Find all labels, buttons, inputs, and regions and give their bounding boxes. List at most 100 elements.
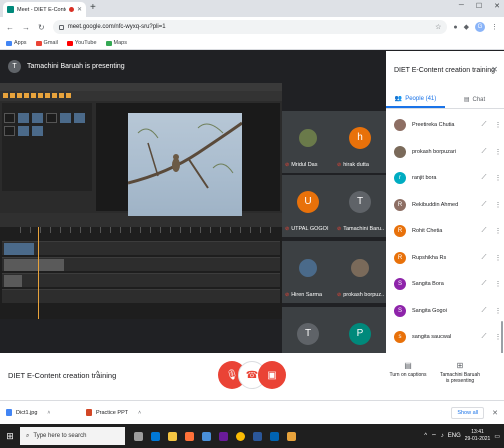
meeting-title[interactable]: DIET E-Content creation training [8, 371, 116, 380]
list-item[interactable]: S Sangita Gogoi ⟋ ⋮ [386, 298, 504, 325]
forward-icon[interactable]: → [22, 23, 30, 32]
video-editor-icon[interactable] [284, 427, 299, 445]
more-options-icon[interactable]: ⋮ [492, 121, 504, 129]
presenting-button[interactable]: ⊞ Tamachini Baruah is presenting [438, 361, 482, 384]
editor-thumbnails [4, 113, 90, 136]
more-options-icon[interactable]: ⋮ [492, 174, 504, 182]
reload-icon[interactable]: ↻ [38, 23, 45, 32]
participant-tile[interactable]: ⊘ Hiren Sarma [282, 241, 334, 303]
show-all-button[interactable]: Show all [451, 406, 485, 419]
profile-avatar[interactable]: G [475, 22, 485, 32]
maximize-icon[interactable]: ☐ [476, 2, 482, 10]
network-icon[interactable]: ⌔ [431, 432, 437, 440]
mic-muted-icon[interactable]: ⟋ [476, 121, 492, 129]
list-item[interactable]: s sangita saucwal ⟋ ⋮ [386, 324, 504, 351]
url-text: meet.google.com/nfc-wyxq-sru?pli=1 [67, 24, 166, 30]
more-options-icon[interactable]: ⋮ [492, 201, 504, 209]
search-placeholder: Type here to search [33, 433, 87, 439]
file-explorer-icon[interactable] [165, 427, 180, 445]
camera-off-button[interactable]: ▣ [258, 361, 286, 389]
participant-name: ⊘ prokash borpuz... [337, 292, 384, 298]
camera-indicator-icon[interactable]: ● [453, 24, 457, 31]
list-item[interactable]: R Rohit Chetia ⟋ ⋮ [386, 218, 504, 245]
list-item[interactable]: Preetireka Chutia ⟋ ⋮ [386, 112, 504, 139]
participant-tile[interactable]: h ⊘ hirak dutta [334, 111, 386, 173]
list-item[interactable]: R Rupshikha Rs ⟋ ⋮ [386, 245, 504, 272]
extensions-icon[interactable]: ◆ [464, 23, 469, 31]
notifications-icon[interactable]: ▭ [494, 433, 500, 440]
download-item[interactable]: Practice PPT ˄ [86, 409, 166, 416]
app-icon[interactable] [216, 427, 231, 445]
edge-icon[interactable] [148, 427, 163, 445]
windows-start-icon[interactable]: ⊞ [0, 431, 20, 442]
language-indicator[interactable]: ENG [448, 433, 461, 439]
browser-tab[interactable]: Meet - DIET E-Content crea ✕ [3, 2, 86, 17]
volume-icon[interactable]: ♪ [441, 433, 444, 439]
bookmark-youtube[interactable]: YouTube [66, 40, 97, 46]
more-options-icon[interactable]: ⋮ [492, 280, 504, 288]
bookmark-star-icon[interactable]: ☆ [435, 23, 441, 31]
list-item[interactable]: prokash borpuzari ⟋ ⋮ [386, 139, 504, 166]
mic-muted-icon[interactable]: ⟋ [476, 227, 492, 235]
chevron-down-icon[interactable]: ˄ [138, 410, 141, 416]
participant-tile[interactable]: ⊘ prokash borpuz... [334, 241, 386, 303]
participant-tile[interactable]: ⊘ Mridul Das [282, 111, 334, 173]
more-options-icon[interactable]: ⋮ [492, 227, 504, 235]
address-bar[interactable]: meet.google.com/nfc-wyxq-sru?pli=1 ☆ [52, 20, 448, 34]
word-icon[interactable] [250, 427, 265, 445]
minimize-icon[interactable]: ─ [459, 2, 464, 10]
presenting-label: Tamachini Baruah is presenting [439, 372, 481, 384]
panel-close-icon[interactable]: ✕ [491, 65, 498, 74]
list-item[interactable]: R Rekibuddin Ahmed ⟋ ⋮ [386, 192, 504, 219]
bookmark-gmail[interactable]: Gmail [35, 40, 58, 46]
participant-grid: ⊘ Mridul Das h ⊘ hirak dutta U ⊘ UTPAL GOGOI T ⊘ T… [282, 81, 386, 381]
photos-icon[interactable] [267, 427, 282, 445]
chevron-down-icon[interactable]: ˄ [47, 410, 50, 416]
taskbar-search[interactable]: ⌕ Type here to search [20, 427, 125, 445]
mic-muted-icon: ⊘ [337, 226, 342, 232]
mic-muted-icon[interactable]: ⟋ [476, 254, 492, 262]
participant-name: ⊘ Mridul Das [285, 162, 332, 168]
task-view-icon[interactable] [131, 427, 146, 445]
download-filename: Dict1.jpg [16, 409, 38, 416]
store-icon[interactable] [199, 427, 214, 445]
browser-toolbar: ← → ↻ meet.google.com/nfc-wyxq-sru?pli=1… [0, 17, 504, 37]
more-options-icon[interactable]: ⋮ [492, 307, 504, 315]
close-window-icon[interactable]: ✕ [494, 2, 500, 10]
mic-muted-icon[interactable]: ⟋ [476, 174, 492, 182]
bookmark-label: Maps [113, 40, 127, 46]
taskbar-apps [131, 427, 299, 445]
back-icon[interactable]: ← [6, 23, 14, 32]
more-options-icon[interactable]: ⋮ [492, 254, 504, 262]
chevron-up-icon[interactable]: ^ [96, 371, 99, 378]
bookmark-maps[interactable]: Maps [105, 40, 127, 46]
list-item[interactable]: r ranjit bora ⟋ ⋮ [386, 165, 504, 192]
tab-people[interactable]: 👥 People (41) [386, 91, 445, 108]
system-tray: ^ ⌔ ♪ ENG 13:41 29-01-2021 ▭ [424, 429, 504, 443]
clock[interactable]: 13:41 29-01-2021 [465, 429, 491, 443]
tab-chat[interactable]: ▤ Chat [445, 91, 504, 108]
tab-close-icon[interactable]: ✕ [77, 6, 82, 13]
list-item[interactable]: S Sangita Bora ⟋ ⋮ [386, 271, 504, 298]
chrome-icon[interactable] [233, 427, 248, 445]
firefox-icon[interactable] [182, 427, 197, 445]
bookmark-apps[interactable]: Apps [6, 40, 27, 46]
chat-icon: ▤ [463, 97, 470, 103]
captions-button[interactable]: ▤ Turn on captions [388, 361, 428, 378]
participant-tile[interactable]: U ⊘ UTPAL GOGOI [282, 175, 334, 237]
tray-chevron-icon[interactable]: ^ [424, 433, 427, 439]
mic-muted-icon[interactable]: ⟋ [476, 148, 492, 156]
mic-muted-icon[interactable]: ⟋ [476, 201, 492, 209]
meet-favicon-icon [7, 6, 14, 13]
mic-muted-icon[interactable]: ⟋ [476, 307, 492, 315]
people-list: Preetireka Chutia ⟋ ⋮ prokash borpuzari ⟋ ⋮ r r… [386, 112, 504, 352]
mic-muted-icon[interactable]: ⟋ [476, 333, 492, 341]
participant-tile[interactable]: T ⊘Tamachini Baru... [334, 175, 386, 237]
more-options-icon[interactable]: ⋮ [492, 148, 504, 156]
new-tab-icon[interactable]: + [90, 2, 96, 13]
close-downloads-icon[interactable]: ✕ [492, 409, 498, 417]
download-item[interactable]: Dict1.jpg ˄ [6, 409, 86, 416]
mic-muted-icon[interactable]: ⟋ [476, 280, 492, 288]
mic-muted-icon: ⊘ [285, 226, 290, 232]
menu-kebab-icon[interactable]: ⋮ [491, 23, 498, 31]
